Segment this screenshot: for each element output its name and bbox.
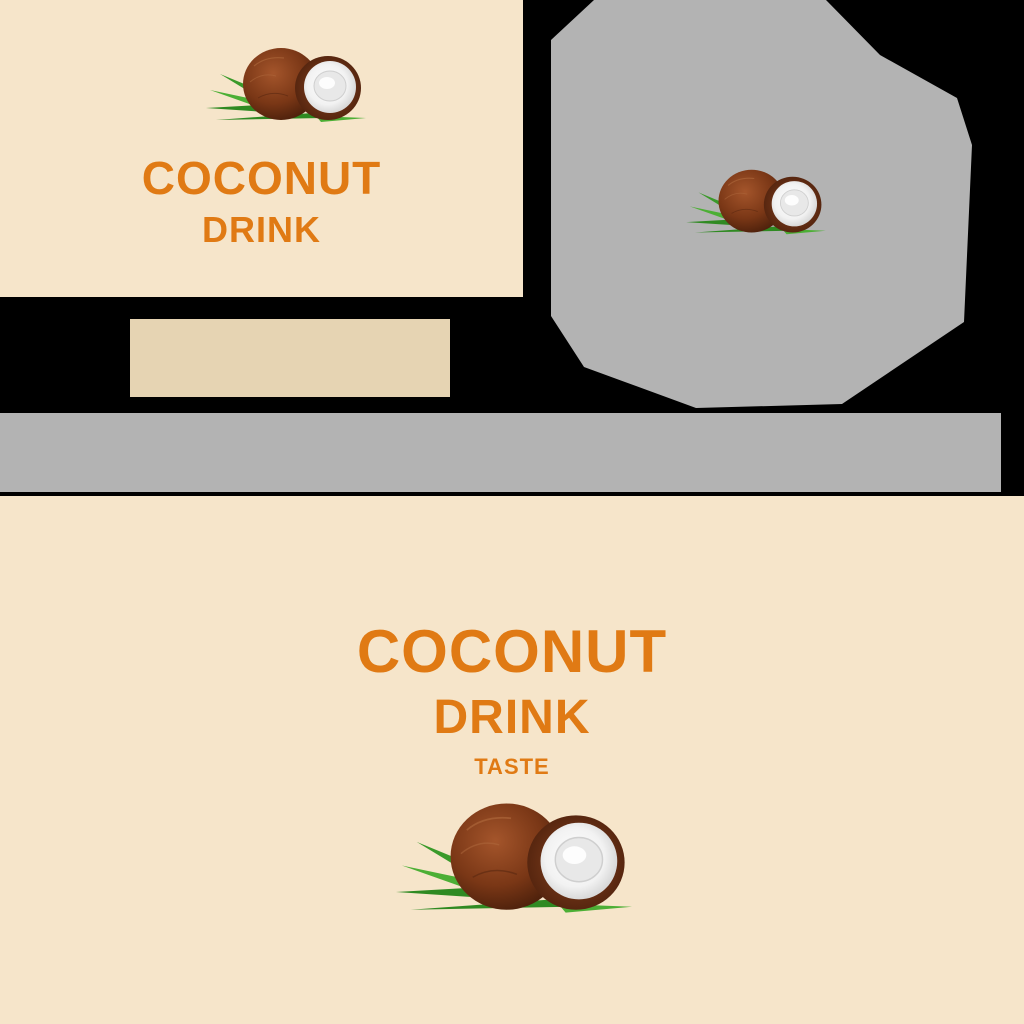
label-panel-large: COCONUT DRINK TASTE [0,496,1024,1024]
label-subtitle: DRINK [433,691,591,744]
label-title: COCONUT [356,618,668,685]
label-panel-small: COCONUT DRINK [0,0,523,297]
coconut-icon [685,169,827,235]
label-tagline: TASTE [474,754,550,779]
coconut-icon [395,802,633,914]
gray-bar [0,413,1001,492]
coconut-icon [205,47,367,123]
label-title: COCONUT [141,152,382,204]
label-subtitle: DRINK [202,209,321,250]
color-swatch [130,319,450,397]
